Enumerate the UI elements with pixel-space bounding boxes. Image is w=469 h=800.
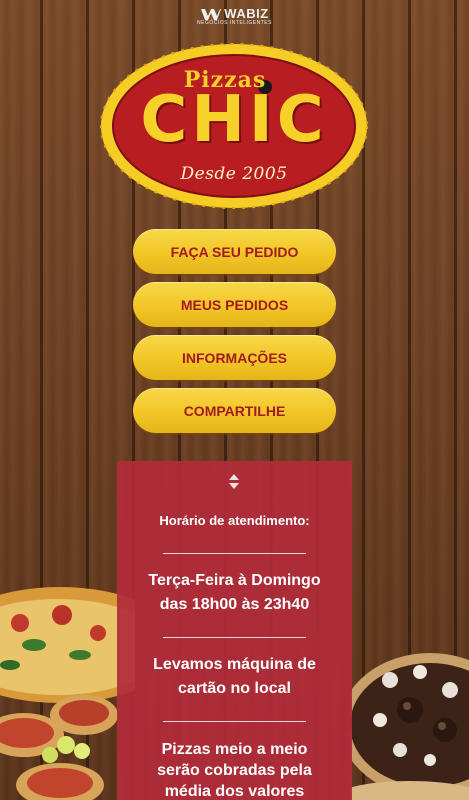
- info-panel: Horário de atendimento: Terça-Feira à Do…: [117, 461, 352, 800]
- wabiz-brand-tagline: NEGÓCIOS INTELIGENTES: [197, 20, 272, 26]
- pizzas-chic-logo: Pizzas CHIC Desde 2005: [99, 42, 369, 210]
- divider: [163, 637, 306, 638]
- half-notice-line: Pizzas meio a meio: [161, 741, 308, 758]
- pizza-photo-left: [0, 587, 135, 800]
- opening-hours: Terça-Feira à Domingo das 18h00 às 23h40: [117, 569, 352, 617]
- opening-time: das 18h00 às 23h40: [159, 596, 310, 613]
- caret-up-icon: [229, 473, 239, 480]
- half-pizza-notice: Pizzas meio a meio serão cobradas pela m…: [117, 739, 352, 800]
- main-menu: FAÇA SEU PEDIDO MEUS PEDIDOS INFORMAÇÕES…: [133, 229, 336, 433]
- order-button[interactable]: FAÇA SEU PEDIDO: [133, 229, 336, 274]
- logo-main-word: CHIC: [140, 83, 328, 157]
- my-orders-button[interactable]: MEUS PEDIDOS: [133, 282, 336, 327]
- wabiz-brand: WABIZ NEGÓCIOS INTELIGENTES: [0, 6, 469, 26]
- share-button[interactable]: COMPARTILHE: [133, 388, 336, 433]
- panel-toggle[interactable]: [226, 471, 242, 491]
- logo-since: Desde 2005: [180, 164, 288, 184]
- hours-label: Horário de atendimento:: [159, 513, 310, 528]
- wabiz-brand-name: WABIZ: [224, 6, 269, 21]
- half-notice-line: média dos valores: [164, 783, 305, 800]
- half-notice-line: serão cobradas pela: [157, 762, 312, 779]
- divider: [163, 553, 306, 554]
- card-notice-line: cartão no local: [178, 680, 291, 697]
- pizza-photo-right: [350, 653, 469, 800]
- wabiz-logo-icon: [201, 8, 222, 20]
- divider: [163, 721, 306, 722]
- information-button[interactable]: INFORMAÇÕES: [133, 335, 336, 380]
- opening-days: Terça-Feira à Domingo: [148, 572, 321, 589]
- card-notice-line: Levamos máquina de: [153, 656, 316, 673]
- card-machine-notice: Levamos máquina de cartão no local: [117, 653, 352, 701]
- caret-down-icon: [229, 482, 239, 489]
